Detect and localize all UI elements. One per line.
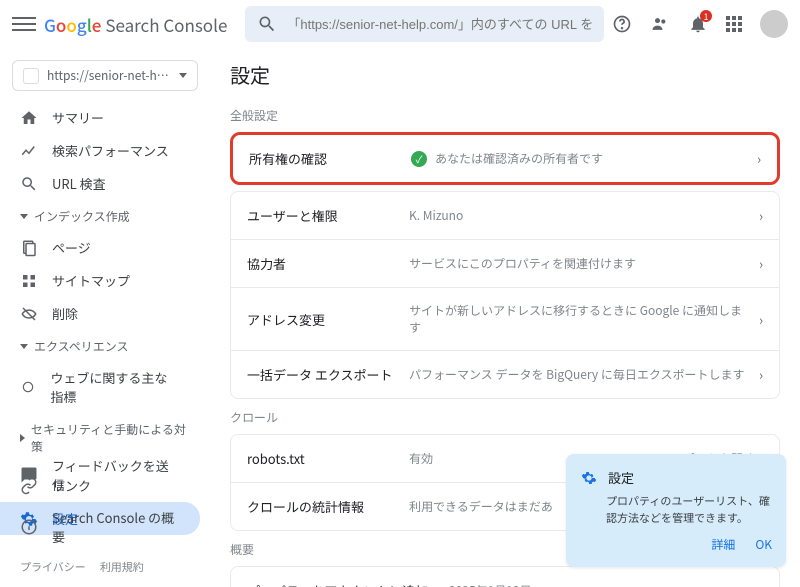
- property-label: https://senior-net-help....: [47, 67, 171, 84]
- row-title: 協力者: [247, 254, 397, 273]
- search-icon: [257, 14, 277, 34]
- row-sub: K. Mizuno: [409, 207, 747, 224]
- speed-icon: [20, 378, 36, 396]
- help-icon[interactable]: [612, 14, 632, 34]
- section-crawl: クロール: [230, 409, 780, 426]
- chevron-right-icon: ›: [759, 310, 763, 329]
- row-title: クロールの統計情報: [247, 497, 397, 516]
- gear-icon: [580, 469, 598, 487]
- avatar[interactable]: [760, 10, 788, 38]
- chart-icon: [20, 142, 38, 160]
- notification-badge: 1: [700, 10, 712, 22]
- apps-icon[interactable]: [726, 16, 742, 32]
- row-address[interactable]: アドレス変更 サイトが新しいアドレスに移行するときに Google に通知します…: [231, 288, 779, 351]
- sidebar: https://senior-net-help.... サマリー 検索パフォーマ…: [0, 48, 210, 587]
- sidebar-item-label: ページ: [52, 238, 91, 257]
- row-associations[interactable]: 協力者 サービスにこのプロパティを関連付けます ›: [231, 240, 779, 288]
- tooltip-detail-button[interactable]: 詳細: [711, 536, 735, 553]
- search-input[interactable]: [287, 17, 592, 32]
- row-title: robots.txt: [247, 449, 397, 468]
- row-account[interactable]: プロパティをアカウントに追加 2025年1月12日: [231, 567, 779, 587]
- row-sub: ✓ あなたは確認済みの所有者です: [411, 150, 745, 167]
- chevron-down-icon: [20, 344, 28, 349]
- chevron-down-icon: [179, 73, 187, 78]
- pages-icon: [20, 239, 38, 257]
- page-title: 設定: [230, 60, 780, 89]
- row-sub: パフォーマンス データを BigQuery に毎日エクスポートします: [409, 366, 747, 383]
- sidebar-item-label: フィードバックを送信: [52, 456, 180, 494]
- row-sub: サービスにこのプロパティを関連付けます: [409, 255, 747, 272]
- sidebar-item-about[interactable]: Search Console の概要: [0, 501, 200, 553]
- sidebar-item-label: 検索パフォーマンス: [52, 141, 169, 160]
- terms-link[interactable]: 利用規約: [100, 559, 144, 575]
- row-title: 所有権の確認: [249, 149, 399, 168]
- chevron-right-icon: ›: [759, 206, 763, 225]
- chevron-right-icon: ›: [759, 254, 763, 273]
- row-users[interactable]: ユーザーと権限 K. Mizuno ›: [231, 192, 779, 240]
- info-icon: [20, 518, 38, 536]
- privacy-link[interactable]: プライバシー: [20, 559, 86, 575]
- search-icon: [20, 175, 38, 193]
- row-ownership[interactable]: 所有権の確認 ✓ あなたは確認済みの所有者です ›: [233, 135, 777, 182]
- tooltip-ok-button[interactable]: OK: [755, 536, 772, 553]
- notifications-icon[interactable]: 1: [688, 14, 708, 34]
- sidebar-item-feedback[interactable]: フィードバックを送信: [0, 449, 200, 501]
- sidebar-item-label: サマリー: [52, 108, 104, 127]
- tooltip-body: プロパティのユーザーリスト、確認方法などを管理できます。: [580, 493, 772, 526]
- row-sub: サイトが新しいアドレスに移行するときに Google に通知します: [409, 302, 747, 336]
- row-title: アドレス変更: [247, 310, 397, 329]
- sidebar-item-label: Search Console の概要: [52, 508, 180, 546]
- sidebar-item-pages[interactable]: ページ: [0, 231, 200, 264]
- sidebar-section-experience[interactable]: エクスペリエンス: [0, 330, 210, 361]
- sidebar-item-sitemaps[interactable]: サイトマップ: [0, 264, 200, 297]
- row-title: ユーザーと権限: [247, 206, 397, 225]
- sidebar-item-removals[interactable]: 削除: [0, 297, 200, 330]
- chevron-right-icon: [20, 434, 25, 442]
- sidebar-item-label: サイトマップ: [52, 271, 130, 290]
- sidebar-item-label: URL 検査: [52, 174, 106, 193]
- chevron-down-icon: [20, 214, 28, 219]
- sidebar-section-index[interactable]: インデックス作成: [0, 200, 210, 231]
- sidebar-item-label: 削除: [52, 304, 78, 323]
- tooltip-settings: 設定 プロパティのユーザーリスト、確認方法などを管理できます。 詳細 OK: [566, 454, 786, 567]
- sidebar-item-summary[interactable]: サマリー: [0, 101, 200, 134]
- section-general: 全般設定: [230, 107, 780, 124]
- property-icon: [23, 68, 39, 84]
- chevron-right-icon: ›: [759, 365, 763, 384]
- home-icon: [20, 109, 38, 127]
- chevron-right-icon: ›: [757, 149, 761, 168]
- row-title: プロパティをアカウントに追加: [247, 581, 437, 587]
- property-selector[interactable]: https://senior-net-help....: [12, 60, 198, 91]
- sidebar-item-url-inspect[interactable]: URL 検査: [0, 167, 200, 200]
- sidebar-item-label: ウェブに関する主な指標: [50, 368, 180, 406]
- logo: Google Search Console: [44, 12, 227, 37]
- row-ownership-highlight: 所有権の確認 ✓ あなたは確認済みの所有者です ›: [230, 132, 780, 185]
- sidebar-item-performance[interactable]: 検索パフォーマンス: [0, 134, 200, 167]
- row-sub: 2025年1月12日: [449, 582, 763, 587]
- people-icon[interactable]: [650, 14, 670, 34]
- menu-icon[interactable]: [12, 12, 36, 36]
- tooltip-title: 設定: [608, 468, 634, 487]
- sidebar-item-cwv[interactable]: ウェブに関する主な指標: [0, 361, 200, 413]
- logo-text: Search Console: [105, 12, 227, 37]
- check-icon: ✓: [411, 151, 427, 167]
- feedback-icon: [20, 466, 38, 484]
- main-content: 設定 全般設定 所有権の確認 ✓ あなたは確認済みの所有者です › ユーザーと権…: [210, 48, 800, 587]
- sitemap-icon: [20, 272, 38, 290]
- search-bar[interactable]: [245, 6, 604, 42]
- row-export[interactable]: 一括データ エクスポート パフォーマンス データを BigQuery に毎日エク…: [231, 351, 779, 398]
- row-title: 一括データ エクスポート: [247, 365, 397, 384]
- removal-icon: [20, 305, 38, 323]
